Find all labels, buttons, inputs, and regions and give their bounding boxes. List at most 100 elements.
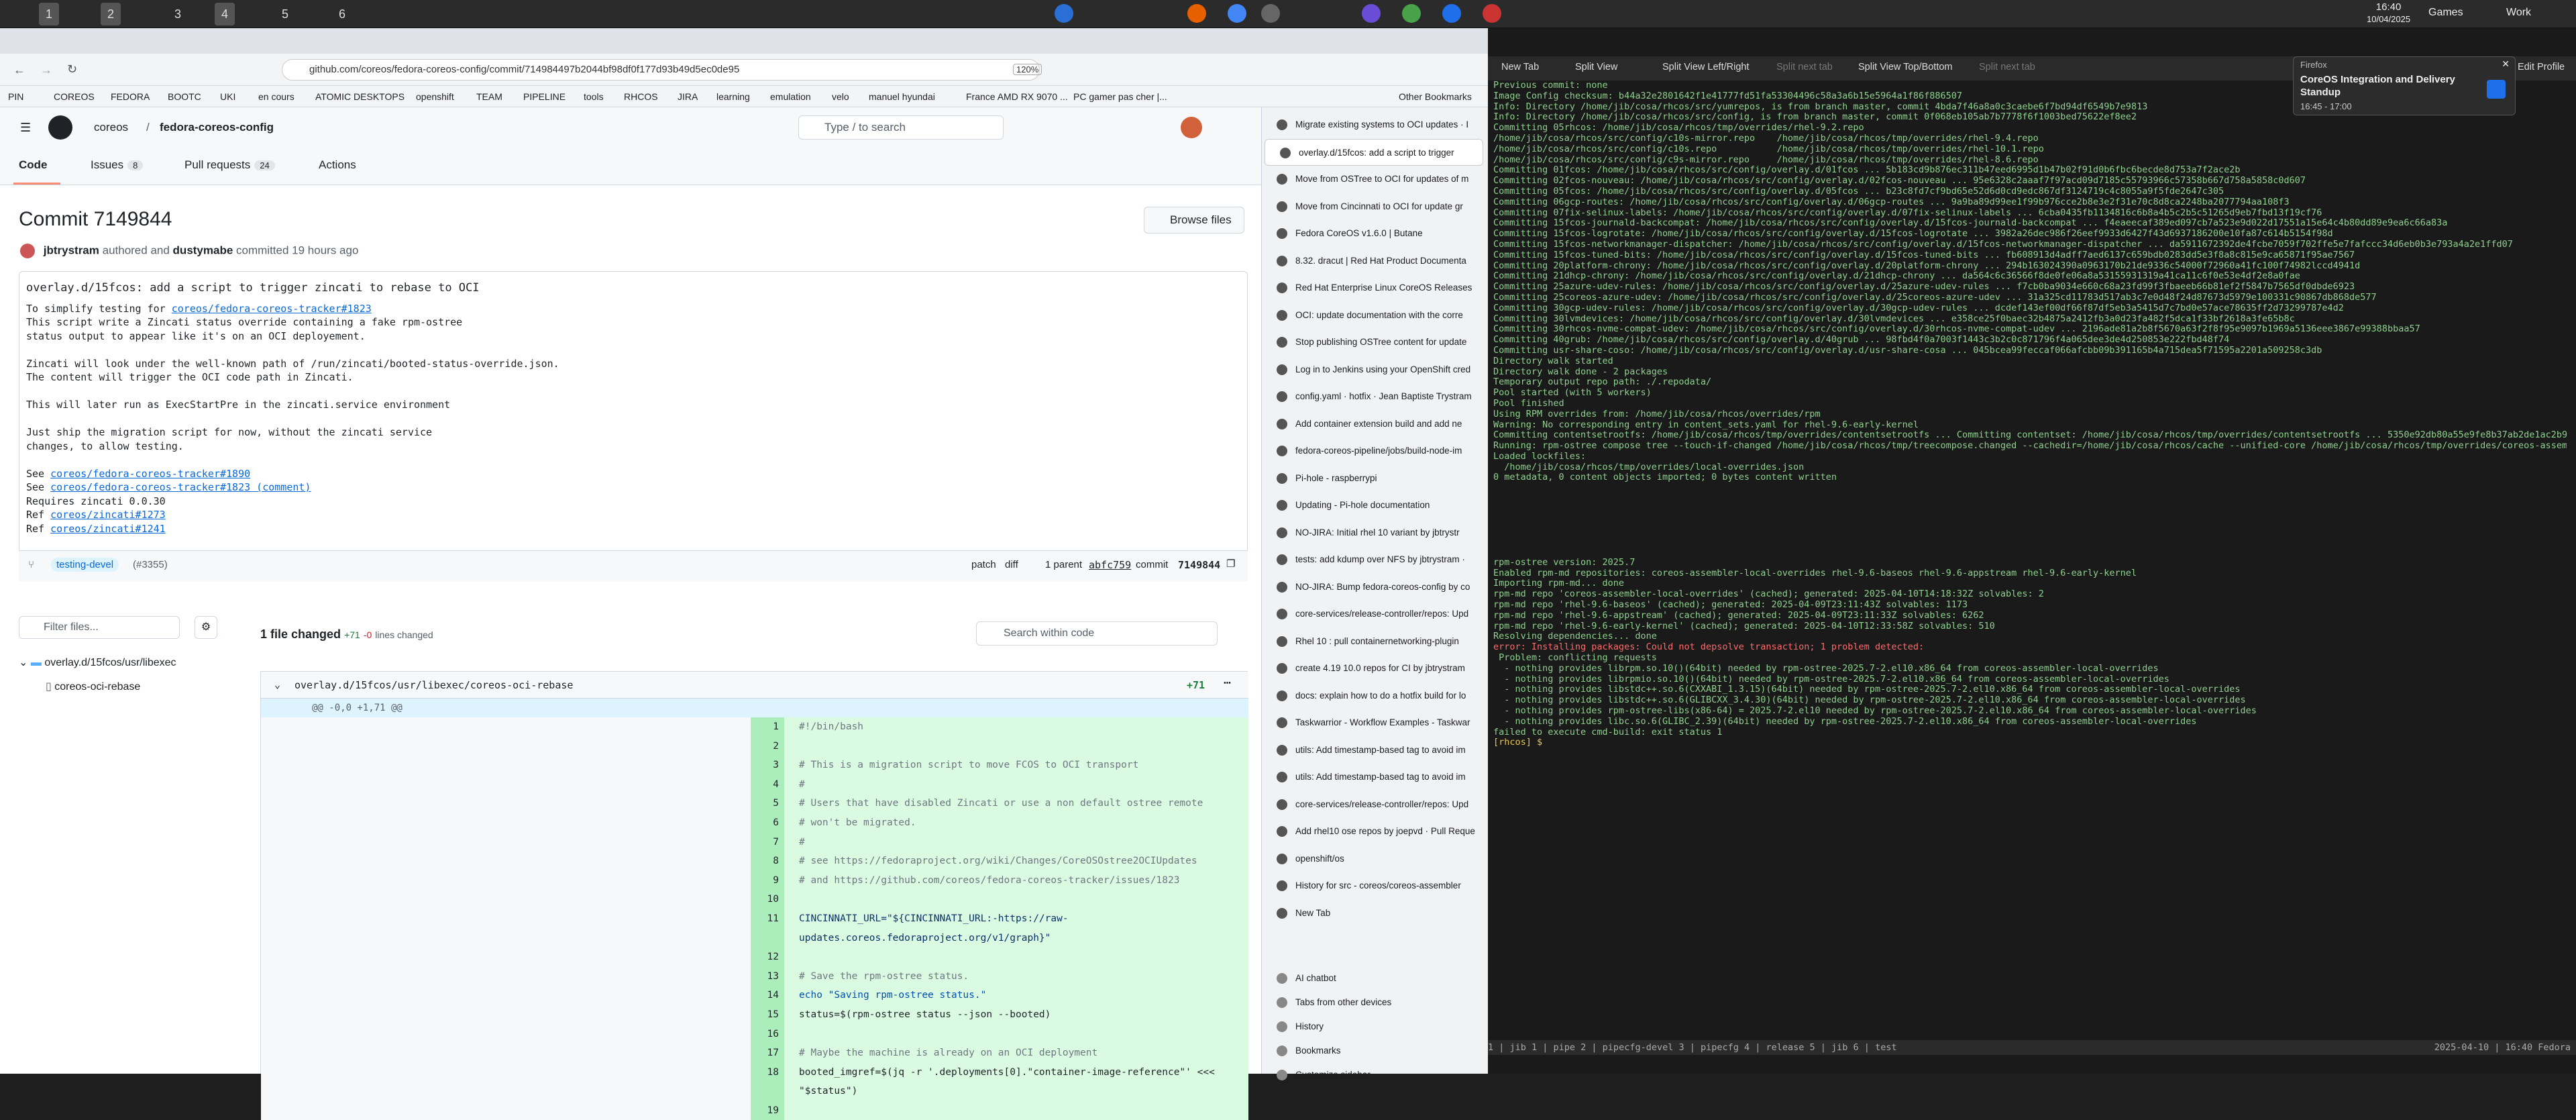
bookmark[interactable]: JIRA [678, 91, 698, 102]
app-launcher-icon[interactable] [1055, 4, 1073, 23]
sidebar-tab[interactable]: Stop publishing OSTree content for updat… [1262, 329, 1489, 356]
terminal-icon[interactable] [1261, 4, 1280, 23]
sidebar-tab[interactable]: Red Hat Enterprise Linux CoreOS Releases [1262, 274, 1489, 301]
line-number[interactable]: 9 [751, 870, 784, 890]
bookmark[interactable]: PIPELINE [523, 91, 566, 102]
close-icon[interactable]: ✕ [2502, 58, 2510, 70]
clock[interactable]: 16:40 10/04/2025 [2367, 1, 2410, 26]
bookmark[interactable]: tools [584, 91, 604, 102]
edit-profile-button[interactable]: Edit Profile [2518, 62, 2565, 72]
sidebar-tab[interactable]: Move from Cincinnati to OCI for update g… [1262, 193, 1489, 220]
url-bar[interactable]: github.com/coreos/fedora-coreos-config/c… [282, 59, 1040, 81]
workspace-6[interactable]: 6 [332, 3, 352, 26]
issue-link[interactable]: coreos/zincati#1273 [50, 509, 166, 521]
sidebar-tab[interactable]: utils: Add timestamp-based tag to avoid … [1262, 737, 1489, 764]
sidebar-tab[interactable]: create 4.19 10.0 repos for CI by jbtryst… [1262, 655, 1489, 682]
bookmark[interactable]: manuel hyundai [869, 91, 935, 102]
bookmark[interactable]: RHCOS [624, 91, 658, 102]
issue-link[interactable]: coreos/fedora-coreos-tracker#1823 (comme… [50, 481, 311, 493]
sidebar-tab[interactable]: docs: explain how to do a hotfix build f… [1262, 682, 1489, 709]
sidebar-tab[interactable]: Add container extension build and add ne [1262, 411, 1489, 438]
bookmark[interactable]: UKI [220, 91, 235, 102]
pr-ref[interactable]: (#3355) [133, 559, 168, 570]
line-number[interactable] [751, 928, 784, 948]
sidebar-footer-item[interactable]: History [1262, 1013, 1489, 1040]
sidebar-footer-item[interactable]: Customize sidebar [1262, 1062, 1489, 1088]
line-number[interactable]: 6 [751, 813, 784, 833]
sidebar-tab[interactable]: Fedora CoreOS v1.6.0 | Butane [1262, 220, 1489, 247]
line-number[interactable]: 18 [751, 1062, 784, 1082]
line-number[interactable]: 3 [751, 756, 784, 775]
copy-icon[interactable]: ❐ [1226, 558, 1235, 570]
github-logo-icon[interactable] [48, 115, 72, 140]
sidebar-tab[interactable]: core-services/release-controller/repos: … [1262, 791, 1489, 818]
bookmark[interactable]: learning [716, 91, 750, 102]
tab-actions[interactable]: Actions [319, 158, 356, 172]
sidebar-tab[interactable]: tests: add kdump over NFS by jbtrystram … [1262, 546, 1489, 573]
menu-icon[interactable]: ☰ [20, 121, 31, 135]
sidebar-tab[interactable]: config.yaml · hotfix · Jean Baptiste Try… [1262, 383, 1489, 410]
sidebar-tab[interactable]: Move from OSTree to OCI for updates of m [1262, 166, 1489, 193]
tab-code[interactable]: Code [19, 158, 48, 172]
bookmark[interactable]: openshift [416, 91, 454, 102]
back-icon[interactable]: ← [13, 63, 25, 77]
line-number[interactable]: 16 [751, 1024, 784, 1044]
line-number[interactable]: 4 [751, 774, 784, 795]
calendar-notification[interactable]: Firefox ✕ CoreOS Integration and Deliver… [2293, 56, 2516, 115]
bookmark[interactable]: ATOMIC DESKTOPS [315, 91, 405, 102]
sidebar-footer-item[interactable]: AI chatbot [1262, 965, 1489, 992]
split-top-bottom-button[interactable]: Split View Top/Bottom [1858, 62, 1953, 72]
sidebar-tab[interactable]: openshift/os [1262, 846, 1489, 872]
author-link[interactable]: jbtrystram [44, 244, 99, 256]
line-number[interactable]: 5 [751, 794, 784, 813]
sidebar-tab[interactable]: Taskwarrior - Workflow Examples - Taskwa… [1262, 709, 1489, 736]
bookmark[interactable]: PC gamer pas cher |... [1073, 91, 1167, 102]
sidebar-tab[interactable]: core-services/release-controller/repos: … [1262, 601, 1489, 627]
issue-link[interactable]: coreos/zincati#1241 [50, 523, 166, 535]
tmux-windows[interactable]: 1 | jib 1 | pipe 2 | pipecfg-devel 3 | p… [1488, 1042, 1897, 1053]
split-view-button[interactable]: Split View [1575, 62, 1617, 72]
sidebar-footer-item[interactable]: Tabs from other devices [1262, 989, 1489, 1016]
sidebar-tab[interactable]: overlay.d/15fcos: add a script to trigge… [1265, 138, 1483, 166]
issue-link[interactable]: coreos/fedora-coreos-tracker#1890 [50, 468, 250, 480]
bookmark[interactable]: velo [832, 91, 849, 102]
chat-icon[interactable] [1362, 4, 1381, 23]
line-number[interactable]: 1 [751, 717, 784, 737]
firefox-icon[interactable] [1187, 4, 1206, 23]
sidebar-tab[interactable]: NO-JIRA: Bump fedora-coreos-config by co [1262, 574, 1489, 601]
forward-icon[interactable]: → [40, 63, 52, 77]
browse-files-button[interactable]: Browse files [1144, 207, 1244, 234]
terminal-prompt[interactable]: [rhcos] $ [1493, 737, 1542, 748]
sidebar-tab[interactable]: Rhel 10 : pull containernetworking-plugi… [1262, 628, 1489, 655]
kebab-menu-icon[interactable]: ⋯ [1224, 676, 1231, 690]
line-number[interactable]: 2 [751, 736, 784, 756]
issue-link[interactable]: coreos/fedora-coreos-tracker#1823 [172, 303, 372, 315]
games-workspace[interactable]: Games [2428, 7, 2463, 19]
app-icon[interactable] [1402, 4, 1421, 23]
sidebar-tab[interactable]: OCI: update documentation with the corre [1262, 302, 1489, 329]
sidebar-tab[interactable]: History for src - coreos/coreos-assemble… [1262, 872, 1489, 899]
sidebar-tab[interactable]: Migrate existing systems to OCI updates … [1262, 111, 1489, 138]
work-workspace[interactable]: Work [2506, 7, 2531, 19]
avatar[interactable] [20, 244, 35, 258]
line-number[interactable]: 15 [751, 1005, 784, 1025]
filter-files-input[interactable]: Filter files... [19, 616, 180, 639]
bookmark[interactable]: PIN [8, 91, 23, 102]
search-code-input[interactable]: Search within code [976, 621, 1218, 646]
parent-hash[interactable]: abfc759 [1089, 559, 1131, 571]
tree-directory[interactable]: ⌄ ▬ overlay.d/15fcos/usr/libexec [19, 651, 233, 675]
sidebar-tab[interactable]: 8.32. dracut | Red Hat Product Documenta [1262, 248, 1489, 274]
diff-link[interactable]: diff [1005, 559, 1018, 570]
other-bookmarks[interactable]: Other Bookmarks [1399, 91, 1472, 102]
sidebar-tab[interactable]: utils: Add timestamp-based tag to avoid … [1262, 764, 1489, 791]
new-tab-button[interactable]: New Tab [1501, 62, 1539, 72]
tab-pull-requests[interactable]: Pull requests 24 [184, 158, 275, 172]
line-number[interactable]: 8 [751, 852, 784, 871]
bookmark[interactable]: France AMD RX 9070 ... [966, 91, 1068, 102]
workspace-4[interactable]: 4 [215, 3, 235, 26]
new-tab-button[interactable]: New Tab [1262, 900, 1489, 927]
tree-file[interactable]: ▯ coreos-oci-rebase [19, 675, 233, 699]
line-number[interactable]: 12 [751, 948, 784, 967]
bookmark[interactable]: BOOTC [168, 91, 201, 102]
tab-issues[interactable]: Issues 8 [91, 158, 144, 172]
